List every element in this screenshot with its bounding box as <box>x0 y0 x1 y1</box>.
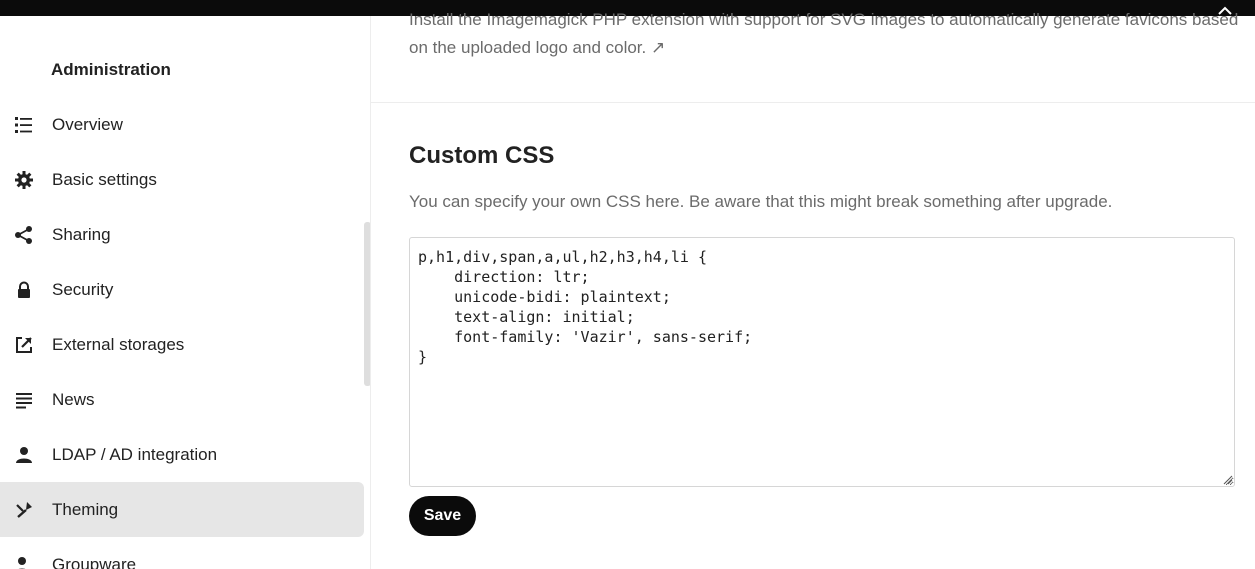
brush-icon <box>14 500 34 520</box>
sidebar-item-sharing[interactable]: Sharing <box>0 207 364 262</box>
sidebar-item-news[interactable]: News <box>0 372 364 427</box>
news-icon <box>14 390 34 410</box>
imagemagick-hint-link[interactable]: Install the Imagemagick PHP extension wi… <box>409 6 1239 62</box>
sidebar-item-theming[interactable]: Theming <box>0 482 364 537</box>
sidebar-item-basic-settings[interactable]: Basic settings <box>0 152 364 207</box>
groupware-icon <box>14 555 34 569</box>
user-icon <box>14 445 34 465</box>
sidebar-item-label: Basic settings <box>52 169 157 189</box>
share-icon <box>14 225 34 245</box>
sidebar-item-label: Security <box>52 279 114 299</box>
sidebar-item-label: Overview <box>52 114 123 134</box>
external-link-icon <box>14 335 34 355</box>
sidebar-item-label: News <box>52 389 95 409</box>
sidebar-item-label: LDAP / AD integration <box>52 444 218 464</box>
sidebar-item-external-storages[interactable]: External storages <box>0 317 364 372</box>
list-icon <box>14 115 34 135</box>
sidebar-item-overview[interactable]: Overview <box>0 97 364 152</box>
main-content: Install the Imagemagick PHP extension wi… <box>371 10 1255 569</box>
custom-css-description: You can specify your own CSS here. Be aw… <box>409 192 1113 211</box>
custom-css-textarea[interactable]: p,h1,div,span,a,ul,h2,h3,h4,li { directi… <box>409 237 1235 487</box>
sidebar-item-label: Theming <box>52 499 119 519</box>
sidebar-item-label: Groupware <box>52 554 137 569</box>
sidebar-item-groupware[interactable]: Groupware <box>0 537 364 569</box>
lock-icon <box>14 280 34 300</box>
sidebar-heading: Administration <box>51 60 171 79</box>
custom-css-title: Custom CSS <box>409 142 555 169</box>
admin-sidebar: Administration Overview Basic settings S… <box>0 16 371 569</box>
sidebar-item-label: External storages <box>52 334 185 354</box>
gear-icon <box>14 170 34 190</box>
sidebar-item-label: Sharing <box>52 224 111 244</box>
sidebar-item-security[interactable]: Security <box>0 262 364 317</box>
sidebar-nav: Overview Basic settings Sharing Security <box>0 97 364 569</box>
sidebar-item-ldap[interactable]: LDAP / AD integration <box>0 427 364 482</box>
section-divider <box>371 102 1255 103</box>
resize-handle-icon[interactable] <box>1221 473 1233 485</box>
save-button[interactable]: Save <box>409 496 476 536</box>
